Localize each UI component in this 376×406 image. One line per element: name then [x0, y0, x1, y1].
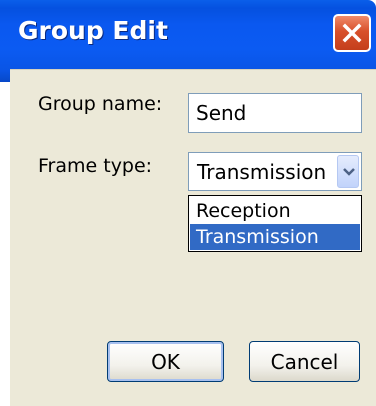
cancel-button[interactable]: Cancel — [249, 341, 360, 382]
dropdown-arrow-button[interactable] — [337, 155, 359, 188]
chevron-down-icon — [343, 168, 355, 176]
frame-type-dropdown[interactable]: Transmission — [188, 152, 362, 191]
close-button[interactable] — [333, 14, 371, 52]
group-name-label: Group name: — [38, 93, 163, 115]
window-title: Group Edit — [18, 16, 168, 45]
frame-type-label: Frame type: — [38, 155, 153, 177]
close-icon — [342, 23, 362, 43]
ok-button[interactable]: OK — [107, 341, 224, 382]
frame-type-value: Transmission — [197, 159, 327, 184]
group-name-value: Send — [196, 101, 247, 125]
dialog-body: Group name: Send Frame type: Transmissio… — [10, 69, 376, 406]
option-reception[interactable]: Reception — [190, 198, 360, 224]
group-name-input[interactable]: Send — [188, 93, 362, 133]
group-edit-dialog: Group Edit Group name: Send Frame type: … — [0, 0, 376, 406]
option-transmission[interactable]: Transmission — [190, 224, 360, 250]
frame-type-options-list: Reception Transmission — [188, 195, 362, 252]
